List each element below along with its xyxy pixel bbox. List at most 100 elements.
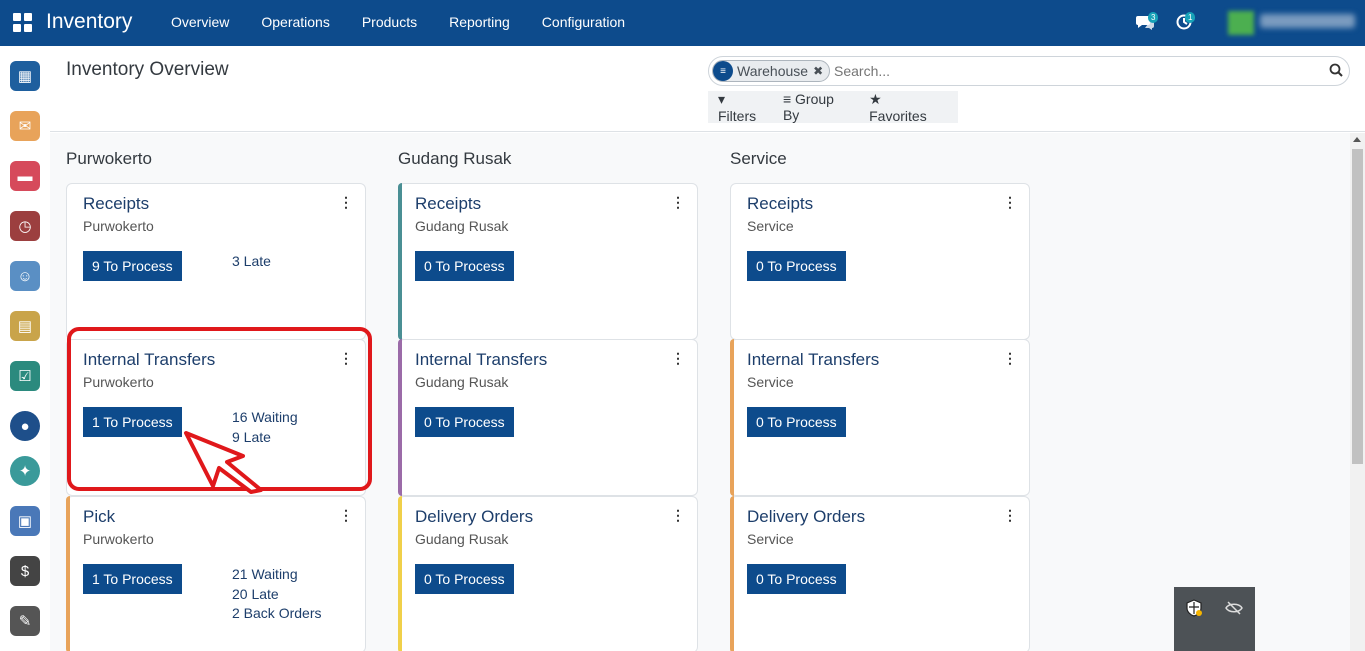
card-warehouse: Service [747, 218, 794, 234]
card-title[interactable]: Internal Transfers [415, 350, 547, 370]
stat-waiting[interactable]: 21 Waiting [232, 565, 321, 585]
card-color-accent [398, 183, 402, 340]
card-title[interactable]: Receipts [83, 194, 149, 214]
card-menu-icon[interactable]: ⋮ [1003, 507, 1017, 524]
to-process-button[interactable]: 0 To Process [747, 564, 846, 594]
main-menu: Overview Operations Products Reporting C… [171, 14, 657, 30]
apps-menu-icon[interactable] [13, 13, 32, 32]
card-title[interactable]: Internal Transfers [747, 350, 879, 370]
payroll-app-icon[interactable]: $ [10, 556, 40, 586]
group-facet-icon: ≡ [713, 61, 733, 81]
group-by-label: Group By [782, 91, 834, 123]
card-color-accent [730, 339, 734, 496]
control-panel: Inventory Overview ≡ Warehouse ✖ ▾ Filte… [50, 46, 1365, 132]
discuss-app-icon[interactable]: ▬ [10, 161, 40, 191]
to-process-button[interactable]: 0 To Process [415, 407, 514, 437]
card-title[interactable]: Delivery Orders [747, 507, 865, 527]
activities-badge: 1 [1185, 12, 1196, 23]
card-title[interactable]: Pick [83, 507, 115, 527]
menu-reporting[interactable]: Reporting [449, 14, 510, 30]
favorites-label: Favorites [869, 107, 927, 124]
card-title[interactable]: Receipts [415, 194, 481, 214]
card-menu-icon[interactable]: ⋮ [671, 194, 685, 211]
to-process-button[interactable]: 0 To Process [747, 251, 846, 281]
card-menu-icon[interactable]: ⋮ [671, 507, 685, 524]
card-warehouse: Gudang Rusak [415, 374, 509, 390]
filters-button[interactable]: ▾ Filters [718, 91, 765, 124]
to-process-button[interactable]: 0 To Process [415, 251, 514, 281]
scroll-up-arrow-icon[interactable] [1353, 137, 1361, 142]
page-title: Inventory Overview [66, 59, 229, 80]
maintenance-app-icon[interactable]: ✦ [10, 456, 40, 486]
card-menu-icon[interactable]: ⋮ [339, 194, 353, 211]
operation-card[interactable]: Delivery Orders Service ⋮ 0 To Process [730, 496, 1030, 651]
operation-card[interactable]: Pick Purwokerto ⋮ 1 To Process 21 Waitin… [66, 496, 366, 651]
filters-label: Filters [718, 107, 757, 124]
search-facet[interactable]: ≡ Warehouse ✖ [712, 60, 831, 82]
list-icon: ≡ [782, 91, 792, 107]
search-icon[interactable] [1329, 63, 1343, 80]
vertical-scrollbar[interactable] [1350, 133, 1365, 651]
app-sidebar: ▦ ✉ ▬ ◷ ☺ ▤ ☑ ● ✦ ▣ $ ✎ [0, 46, 50, 651]
operation-card[interactable]: Delivery Orders Gudang Rusak ⋮ 0 To Proc… [398, 496, 698, 651]
group-by-button[interactable]: ≡ Group By [783, 91, 851, 123]
operation-card[interactable]: Internal Transfers Gudang Rusak ⋮ 0 To P… [398, 339, 698, 496]
operation-card[interactable]: Receipts Service ⋮ 0 To Process [730, 183, 1030, 340]
card-color-accent [398, 496, 402, 651]
card-title[interactable]: Receipts [747, 194, 813, 214]
card-stats: 21 Waiting 20 Late 2 Back Orders [232, 565, 321, 624]
shield-warning-icon[interactable] [1185, 599, 1203, 617]
hide-icon[interactable] [1225, 599, 1243, 617]
filter-bar: ▾ Filters ≡ Group By ★ Favorites [708, 91, 958, 124]
search-input[interactable] [834, 63, 1314, 79]
card-warehouse: Purwokerto [83, 531, 154, 547]
scroll-thumb[interactable] [1352, 149, 1363, 464]
inventory-app-icon[interactable]: ▣ [10, 506, 40, 536]
card-menu-icon[interactable]: ⋮ [671, 350, 685, 367]
timer-app-icon[interactable]: ◷ [10, 211, 40, 241]
approval-app-icon[interactable]: ☑ [10, 361, 40, 391]
stat-back-orders[interactable]: 2 Back Orders [232, 604, 321, 624]
card-color-accent [730, 496, 734, 651]
floating-tool-panel [1174, 587, 1255, 651]
user-avatar[interactable] [1228, 11, 1254, 35]
calendar-app-icon[interactable]: ▤ [10, 311, 40, 341]
operation-card[interactable]: Receipts Purwokerto ⋮ 9 To Process 3 Lat… [66, 183, 366, 340]
card-warehouse: Gudang Rusak [415, 531, 509, 547]
documents-app-icon[interactable]: ✉ [10, 111, 40, 141]
card-title[interactable]: Delivery Orders [415, 507, 533, 527]
card-menu-icon[interactable]: ⋮ [339, 507, 353, 524]
card-stats: 3 Late [232, 252, 271, 272]
remove-facet-icon[interactable]: ✖ [813, 64, 823, 78]
attendance-app-icon[interactable]: ☺ [10, 261, 40, 291]
to-process-button[interactable]: 0 To Process [747, 407, 846, 437]
stat-late[interactable]: 3 Late [232, 252, 271, 272]
card-warehouse: Service [747, 374, 794, 390]
to-process-button[interactable]: 9 To Process [83, 251, 182, 281]
card-warehouse: Gudang Rusak [415, 218, 509, 234]
app-brand[interactable]: Inventory [46, 10, 132, 34]
to-process-button[interactable]: 0 To Process [415, 564, 514, 594]
star-icon: ★ [869, 90, 882, 107]
menu-operations[interactable]: Operations [261, 14, 329, 30]
menu-configuration[interactable]: Configuration [542, 14, 625, 30]
menu-overview[interactable]: Overview [171, 14, 229, 30]
card-menu-icon[interactable]: ⋮ [1003, 350, 1017, 367]
column-title-gudang-rusak: Gudang Rusak [398, 149, 512, 168]
warranty-app-icon[interactable]: ● [10, 411, 40, 441]
user-name-blurred[interactable] [1260, 14, 1355, 28]
card-warehouse: Service [747, 531, 794, 547]
search-box[interactable]: ≡ Warehouse ✖ [708, 56, 1350, 86]
notes-app-icon[interactable]: ✎ [10, 606, 40, 636]
favorites-button[interactable]: ★ Favorites [869, 91, 940, 124]
column-title-purwokerto: Purwokerto [66, 149, 152, 168]
operation-card[interactable]: Receipts Gudang Rusak ⋮ 0 To Process [398, 183, 698, 340]
messages-badge: 3 [1148, 12, 1159, 23]
to-process-button[interactable]: 1 To Process [83, 564, 182, 594]
stat-late[interactable]: 20 Late [232, 585, 321, 605]
operation-card[interactable]: Internal Transfers Service ⋮ 0 To Proces… [730, 339, 1030, 496]
card-menu-icon[interactable]: ⋮ [1003, 194, 1017, 211]
menu-products[interactable]: Products [362, 14, 417, 30]
dashboard-app-icon[interactable]: ▦ [10, 61, 40, 91]
facet-label: Warehouse [737, 63, 809, 79]
